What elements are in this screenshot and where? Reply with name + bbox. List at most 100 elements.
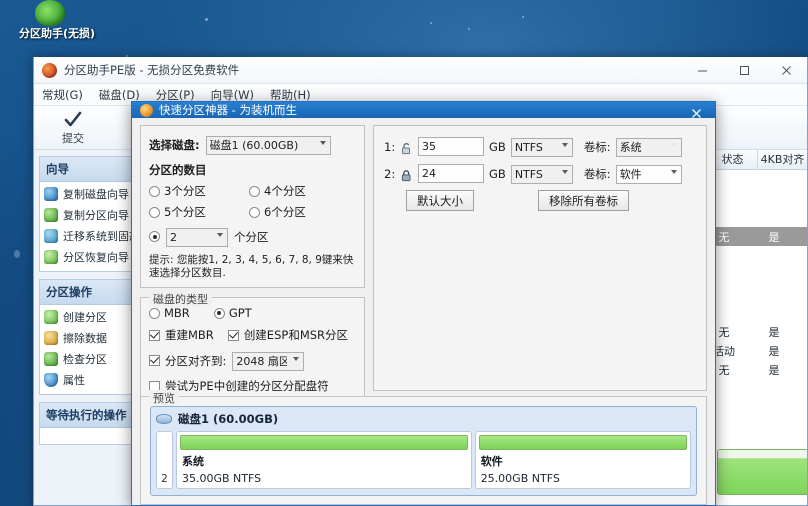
checkbox-rebuild-mbr[interactable]: 重建MBR <box>149 327 214 343</box>
sidebar-item-copy-disk[interactable]: 复制磁盘向导 <box>44 186 133 202</box>
preview-disk-header: 磁盘1 (60.00GB) <box>156 411 691 427</box>
sidebar-panel-wizard: 向导 复制磁盘向导 复制分区向导 迁移系统到固态硬盘 <box>39 156 136 272</box>
filesystem-select-wrapper-2[interactable]: NTFS <box>510 163 573 184</box>
preview-partition-info: 25.00GB NTFS <box>480 472 560 485</box>
sidebar-panel-pending: 等待执行的操作 <box>39 402 136 445</box>
disk-select[interactable]: 磁盘1 (60.00GB) <box>205 136 331 155</box>
preview-partition-2[interactable]: 软件 25.00GB NTFS <box>474 431 691 489</box>
custom-count-suffix: 个分区 <box>234 229 269 244</box>
radio-gpt[interactable]: GPT <box>213 306 252 320</box>
partition-assistant-icon <box>35 0 65 26</box>
radio-custom-count-indicator[interactable] <box>149 231 160 242</box>
cell-aligned: 是 <box>768 363 780 377</box>
volume-label-select-wrapper-2[interactable]: 软件 <box>615 163 682 184</box>
radio-mbr[interactable]: MBR <box>149 306 190 320</box>
custom-count-select[interactable]: 2 <box>166 228 228 247</box>
partition-size-input-2[interactable] <box>418 164 484 183</box>
preview-legend: 预览 <box>149 390 179 406</box>
star-speck <box>522 16 524 18</box>
volume-label-title: 卷标: <box>583 139 611 154</box>
filesystem-select-2[interactable]: NTFS <box>510 165 573 184</box>
filesystem-select-1[interactable]: NTFS <box>510 138 573 157</box>
sidebar-item-label: 复制分区向导 <box>63 209 129 222</box>
cell-aligned: 是 <box>768 344 780 358</box>
sidebar-item-label: 迁移系统到固态硬盘 <box>63 230 133 243</box>
sidebar-item-label: 创建分区 <box>63 311 107 324</box>
migrate-os-icon <box>44 229 58 243</box>
checkbox-partition-alignment[interactable]: 分区对齐到: <box>149 353 226 369</box>
volume-label-select-1[interactable]: 系统 <box>615 138 682 157</box>
dialog-left-column: 选择磁盘: 磁盘1 (60.00GB) 分区的数目 3个分区 4个分区 5个分区… <box>140 125 365 402</box>
default-size-button[interactable]: 默认大小 <box>406 190 474 211</box>
radio-6-partitions[interactable]: 6个分区 <box>249 204 356 220</box>
radio-label: 6个分区 <box>264 205 306 219</box>
star-speck <box>205 18 208 21</box>
sidebar-pending-header: 等待执行的操作 <box>40 403 135 428</box>
checkbox-indicator <box>149 355 160 366</box>
check-partition-icon <box>44 352 58 366</box>
partition-config-row-1: 1: GB NTFS <box>384 136 696 157</box>
close-button[interactable] <box>765 57 807 84</box>
disk-type-group: 磁盘的类型 MBR GPT 重建MBR 创建ESP和MSR分区 分区对齐到: 2… <box>140 291 365 402</box>
alignment-select-wrapper[interactable]: 2048 扇区 <box>232 350 305 371</box>
preview-partition-1[interactable]: 系统 35.00GB NTFS <box>176 431 472 489</box>
copy-disk-icon <box>44 187 58 201</box>
column-header-4kb-aligned[interactable]: 4KB对齐 <box>757 150 807 169</box>
select-disk-label: 选择磁盘: <box>149 137 200 152</box>
preview-disk-name: 磁盘1 (60.00GB) <box>178 412 279 426</box>
cell-aligned: 是 <box>768 230 780 244</box>
partition-bar-graphic[interactable] <box>717 449 807 495</box>
radio-3-partitions[interactable]: 3个分区 <box>149 183 249 199</box>
create-partition-icon <box>44 310 58 324</box>
sidebar-item-migrate-os[interactable]: 迁移系统到固态硬盘 <box>44 228 133 244</box>
star-speck <box>14 250 20 258</box>
custom-count-select-wrapper[interactable]: 2 <box>166 226 228 247</box>
sidebar-item-properties[interactable]: 属性 <box>44 372 133 388</box>
app-logo-icon <box>42 62 57 78</box>
minimize-button[interactable] <box>681 57 723 84</box>
alignment-row: 分区对齐到: 2048 扇区 <box>149 350 356 371</box>
window-title: 分区助手PE版 - 无损分区免费软件 <box>64 63 240 77</box>
mbr-esp-checkbox-row: 重建MBR 创建ESP和MSR分区 <box>149 327 356 343</box>
radio-indicator <box>213 307 225 319</box>
radio-4-partitions[interactable]: 4个分区 <box>249 183 356 199</box>
sidebar-item-copy-partition[interactable]: 复制分区向导 <box>44 207 133 223</box>
disk-type-legend: 磁盘的类型 <box>149 291 212 307</box>
sidebar-item-label: 擦除数据 <box>63 332 107 345</box>
sidebar-item-create-partition[interactable]: 创建分区 <box>44 309 133 325</box>
dialog-close-button[interactable] <box>677 102 715 125</box>
lock-icon[interactable] <box>400 167 413 182</box>
desktop-shortcut-label: 分区助手(无损) <box>19 27 96 40</box>
alignment-select[interactable]: 2048 扇区 <box>232 352 305 371</box>
disk-icon <box>156 414 172 424</box>
maximize-button[interactable] <box>723 57 765 84</box>
checkbox-assign-drive-letters[interactable]: 尝试为PE中创建的分区分配盘符 <box>149 378 356 394</box>
sidebar-item-check-partition[interactable]: 检查分区 <box>44 351 133 367</box>
checkbox-create-esp-msr[interactable]: 创建ESP和MSR分区 <box>227 327 348 343</box>
volume-label-select-2[interactable]: 软件 <box>615 165 682 184</box>
radio-label: 3个分区 <box>164 184 206 198</box>
preview-disk[interactable]: 磁盘1 (60.00GB) 2 系统 35.00GB NTFS 软件 25.00… <box>150 406 697 496</box>
dialog-body: 选择磁盘: 磁盘1 (60.00GB) 分区的数目 3个分区 4个分区 5个分区… <box>132 118 715 506</box>
filesystem-select-wrapper-1[interactable]: NTFS <box>510 136 573 157</box>
sidebar-wizard-items: 复制磁盘向导 复制分区向导 迁移系统到固态硬盘 分区恢复向导 <box>40 182 135 271</box>
preview-strip-index: 2 <box>156 431 173 489</box>
partition-size-input-1[interactable] <box>418 137 484 156</box>
commit-button[interactable]: 提交 <box>44 109 102 146</box>
radio-indicator <box>249 185 260 197</box>
remove-all-labels-button[interactable]: 移除所有卷标 <box>538 190 629 211</box>
menu-item-general[interactable]: 常规(G) <box>42 87 83 103</box>
sidebar-item-label: 分区恢复向导 <box>63 251 129 264</box>
disk-select-wrapper[interactable]: 磁盘1 (60.00GB) <box>205 134 331 155</box>
window-titlebar: 分区助手PE版 - 无损分区免费软件 <box>34 57 807 84</box>
desktop-shortcut-partition-assistant[interactable]: 分区助手(无损) <box>4 0 96 40</box>
copy-partition-icon <box>44 208 58 222</box>
sidebar-item-partition-recovery[interactable]: 分区恢复向导 <box>44 249 133 265</box>
star-speck <box>430 22 432 24</box>
sidebar-item-wipe-data[interactable]: 擦除数据 <box>44 330 133 346</box>
radio-5-partitions[interactable]: 5个分区 <box>149 204 249 220</box>
volume-label-select-wrapper-1[interactable]: 系统 <box>615 136 682 157</box>
preview-partition-name: 软件 <box>480 455 503 468</box>
disk-selection-group: 选择磁盘: 磁盘1 (60.00GB) 分区的数目 3个分区 4个分区 5个分区… <box>140 125 365 288</box>
unlock-icon[interactable] <box>400 140 413 155</box>
